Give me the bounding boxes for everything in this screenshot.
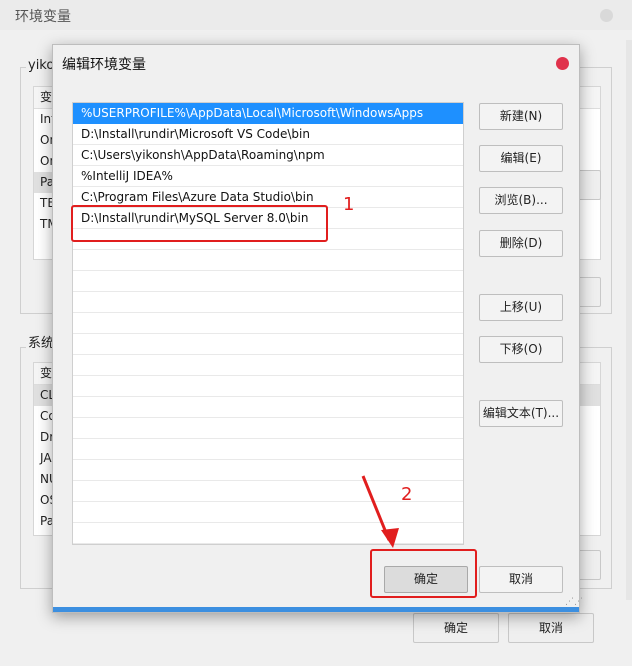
edit-env-variable-dialog: 编辑环境变量 %USERPROFILE%\AppData\Local\Micro…: [52, 44, 583, 613]
edit-text-button[interactable]: 编辑文本(T)...: [479, 400, 563, 427]
path-item-empty[interactable]: [73, 292, 463, 313]
env-window-close-icon[interactable]: [600, 9, 613, 22]
delete-button[interactable]: 删除(D): [479, 230, 563, 257]
path-item-empty[interactable]: [73, 355, 463, 376]
path-item-empty[interactable]: [73, 271, 463, 292]
path-item-empty[interactable]: [73, 250, 463, 271]
path-item-empty[interactable]: [73, 397, 463, 418]
new-button[interactable]: 新建(N): [479, 103, 563, 130]
path-list[interactable]: %USERPROFILE%\AppData\Local\Microsoft\Wi…: [72, 102, 464, 545]
browse-button[interactable]: 浏览(B)...: [479, 187, 563, 214]
dialog-title: 编辑环境变量: [62, 57, 146, 73]
resize-grip-icon[interactable]: ⋰⋰: [565, 597, 583, 607]
annotation-arrow-icon: [361, 475, 399, 548]
path-item-empty[interactable]: [73, 334, 463, 355]
move-down-button[interactable]: 下移(O): [479, 336, 563, 363]
annotation-box-path: [71, 205, 328, 242]
cancel-button[interactable]: 取消: [479, 566, 563, 593]
path-item[interactable]: C:\Users\yikonsh\AppData\Roaming\npm: [73, 145, 463, 166]
env-cancel-button[interactable]: 取消: [508, 613, 594, 643]
bg-scrollbar[interactable]: [626, 40, 632, 600]
env-window-titlebar: 环境变量: [0, 0, 632, 30]
move-up-button[interactable]: 上移(U): [479, 294, 563, 321]
env-ok-button[interactable]: 确定: [413, 613, 499, 643]
annotation-label-1: 1: [343, 194, 355, 215]
dialog-accent-bar: [53, 607, 579, 612]
env-window-title: 环境变量: [15, 9, 71, 25]
path-item-empty[interactable]: [73, 439, 463, 460]
path-item-empty[interactable]: [73, 313, 463, 334]
path-item[interactable]: %IntelliJ IDEA%: [73, 166, 463, 187]
path-item[interactable]: %USERPROFILE%\AppData\Local\Microsoft\Wi…: [73, 103, 463, 124]
path-item-empty[interactable]: [73, 418, 463, 439]
edit-button[interactable]: 编辑(E): [479, 145, 563, 172]
close-icon[interactable]: [556, 57, 569, 70]
path-item-empty[interactable]: [73, 376, 463, 397]
path-item[interactable]: D:\Install\rundir\Microsoft VS Code\bin: [73, 124, 463, 145]
annotation-box-ok: [370, 549, 477, 598]
